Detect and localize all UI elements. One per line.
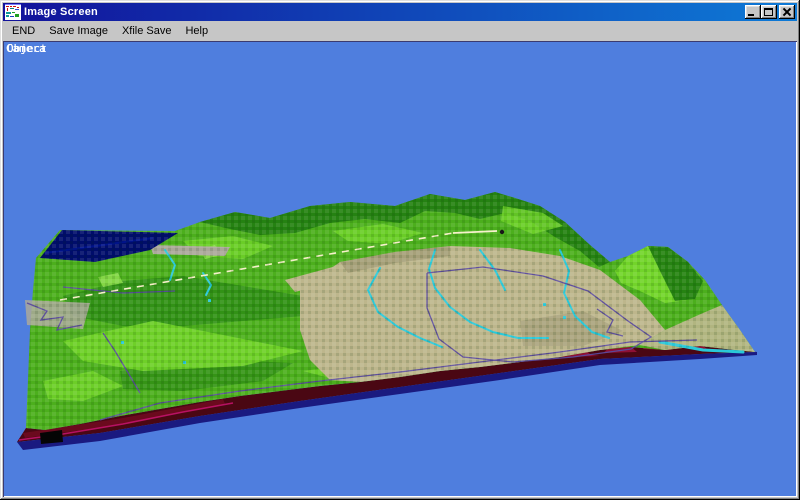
menu-item-save-image[interactable]: Save Image [42,23,115,39]
menu-item-end[interactable]: END [5,23,42,39]
window-title: Image Screen [24,6,743,18]
terrain-render [3,41,797,497]
image-screen-window: Image Screen END Save Image Xfile Save H… [0,0,800,500]
minimize-button[interactable] [745,5,761,19]
minimize-icon [748,14,754,16]
close-button[interactable] [779,5,795,19]
menu-bar: END Save Image Xfile Save Help [3,21,797,41]
menu-item-help[interactable]: Help [178,23,215,39]
pixelation-overlay [3,171,797,451]
title-bar[interactable]: Image Screen [3,3,797,21]
app-icon[interactable] [5,4,21,20]
window-controls [743,5,795,19]
maximize-icon [764,8,773,16]
render-viewport[interactable]: Object Camera [3,41,797,497]
terrain-surface [3,171,797,451]
menu-item-xfile-save[interactable]: Xfile Save [115,23,179,39]
overlay-label-camera: Camera [6,43,46,55]
maximize-button[interactable] [761,5,777,19]
close-icon [783,8,791,16]
